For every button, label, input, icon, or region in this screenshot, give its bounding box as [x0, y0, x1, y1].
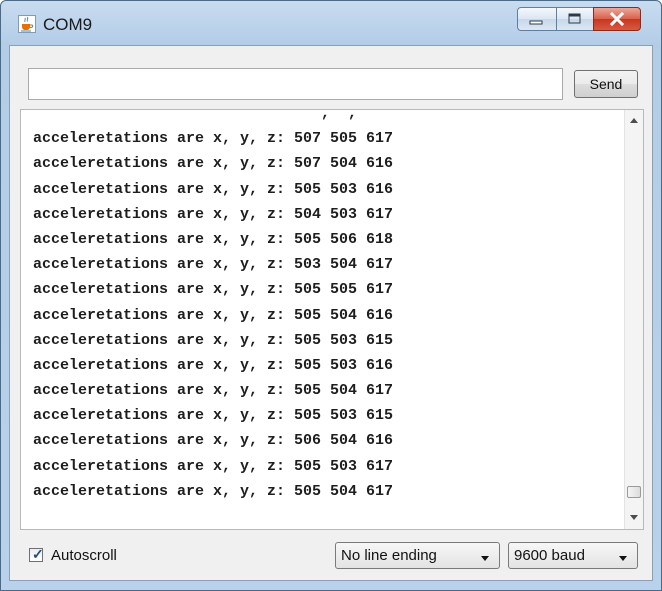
- output-line: acceleretations are x, y, z: 506 504 616: [33, 432, 394, 450]
- output-line: acceleretations are x, y, z: 505 506 618: [33, 230, 394, 248]
- output-line: acceleretations are x, y, z: 505 503 616: [33, 180, 394, 198]
- vertical-scrollbar[interactable]: [624, 110, 643, 529]
- output-line: acceleretations are x, y, z: 505 503 617: [33, 457, 394, 475]
- line-ending-select[interactable]: No line ending: [335, 542, 500, 569]
- close-button[interactable]: [593, 7, 641, 31]
- maximize-button[interactable]: [556, 7, 594, 31]
- minimize-icon: [529, 20, 543, 25]
- close-icon: [609, 11, 625, 27]
- baud-rate-value: 9600 baud: [514, 547, 585, 564]
- scroll-thumb[interactable]: [627, 486, 641, 498]
- send-button[interactable]: Send: [574, 70, 638, 98]
- output-line: acceleretations are x, y, z: 505 504 616: [33, 306, 394, 324]
- output-line: acceleretations are x, y, z: 504 503 617: [33, 205, 394, 223]
- output-line: , ,: [33, 109, 358, 122]
- autoscroll-label: Autoscroll: [51, 547, 117, 564]
- output-line: acceleretations are x, y, z: 507 505 617: [33, 130, 394, 148]
- maximize-icon: [568, 13, 581, 24]
- window-title: COM9: [43, 15, 93, 34]
- chevron-down-icon: [481, 556, 489, 561]
- chevron-down-icon: [619, 556, 627, 561]
- java-cup-icon: [18, 15, 36, 33]
- output-line: acceleretations are x, y, z: 505 505 617: [33, 281, 394, 299]
- title-bar[interactable]: COM9: [1, 1, 661, 45]
- checkmark-icon: ✓: [32, 546, 44, 562]
- send-input[interactable]: [28, 68, 563, 100]
- output-line: acceleretations are x, y, z: 503 504 617: [33, 256, 394, 274]
- output-line: acceleretations are x, y, z: 507 504 616: [33, 155, 394, 173]
- scroll-up-arrow-icon[interactable]: [630, 118, 638, 123]
- autoscroll-checkbox[interactable]: ✓: [29, 546, 44, 562]
- scroll-down-arrow-icon[interactable]: [630, 515, 638, 520]
- output-line: acceleretations are x, y, z: 505 504 617: [33, 382, 394, 400]
- minimize-button[interactable]: [517, 7, 557, 31]
- output-line: acceleretations are x, y, z: 505 503 616: [33, 356, 394, 374]
- serial-monitor-window: COM9 Send , , acceleretations are x, y, …: [0, 0, 662, 591]
- serial-output[interactable]: , , acceleretations are x, y, z: 507 505 …: [20, 109, 644, 530]
- baud-rate-select[interactable]: 9600 baud: [508, 542, 638, 569]
- output-line: acceleretations are x, y, z: 505 503 615: [33, 407, 394, 425]
- line-ending-value: No line ending: [341, 547, 437, 564]
- serial-monitor-body: Send , , acceleretations are x, y, z: 507…: [9, 45, 653, 581]
- output-line: acceleretations are x, y, z: 505 504 617: [33, 482, 394, 500]
- output-line: acceleretations are x, y, z: 505 503 615: [33, 331, 394, 349]
- output-lines: , , acceleretations are x, y, z: 507 505 …: [33, 109, 623, 504]
